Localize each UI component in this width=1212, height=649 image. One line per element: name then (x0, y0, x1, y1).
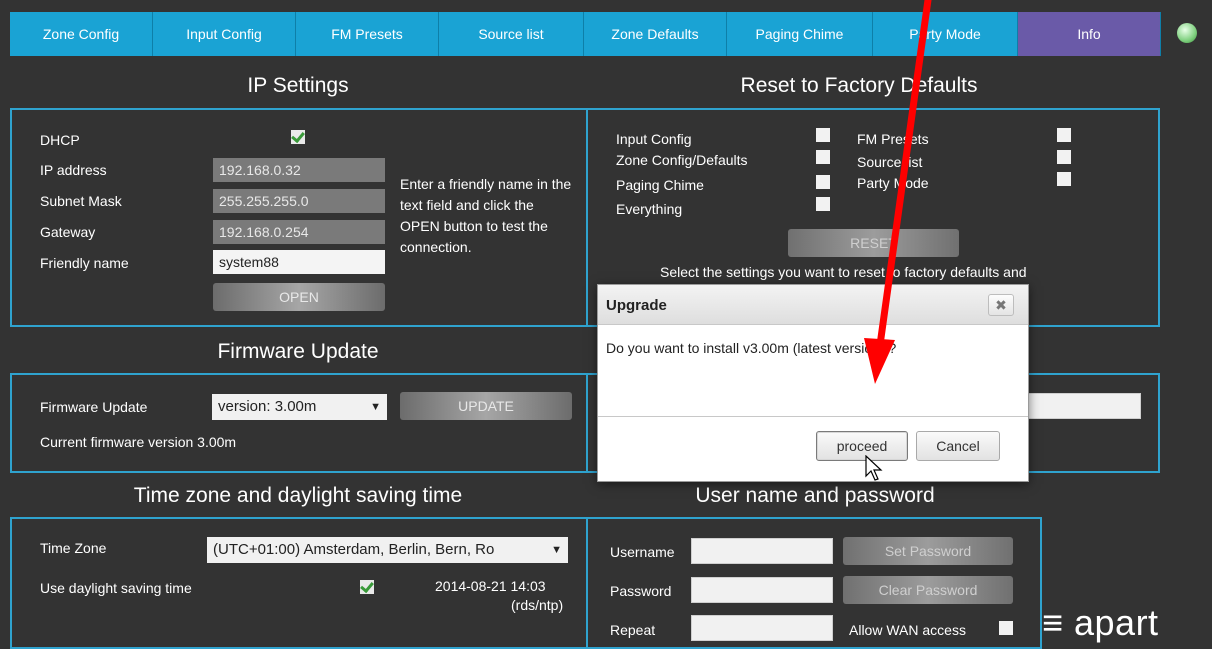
reset-paging-chime-label: Paging Chime (616, 177, 704, 193)
ip-help-text: Enter a friendly name in the text field … (400, 176, 572, 255)
ip-settings-title: IP Settings (247, 74, 349, 97)
reset-source-list-label: Source list (857, 154, 923, 170)
connection-status-icon (1177, 23, 1197, 43)
firmware-panel (10, 373, 588, 473)
proceed-button[interactable]: proceed (816, 431, 908, 461)
reset-party-mode-label: Party Mode (857, 175, 929, 191)
friendly-name-input[interactable]: system88 (213, 250, 385, 274)
firmware-version-value: version: 3.00m (218, 398, 317, 415)
tab-bar: Zone Config Input Config FM Presets Sour… (0, 0, 1212, 70)
friendly-name-label: Friendly name (40, 255, 129, 271)
subnet-mask-field[interactable]: 255.255.255.0 (213, 189, 385, 213)
time-zone-select[interactable]: (UTC+01:00) Amsterdam, Berlin, Bern, Ro … (207, 537, 568, 563)
reset-input-config-checkbox[interactable] (816, 128, 830, 142)
tab-fm-presets[interactable]: FM Presets (296, 12, 439, 56)
dst-label: Use daylight saving time (40, 580, 192, 596)
reset-zone-config-label: Zone Config/Defaults (616, 152, 748, 168)
app-window: Zone Config Input Config FM Presets Sour… (0, 0, 1212, 649)
mouse-cursor-icon (865, 455, 883, 481)
chevron-down-icon: ▼ (370, 401, 381, 413)
reset-input-config-label: Input Config (616, 131, 692, 147)
user-title: User name and password (695, 484, 935, 507)
tab-zone-config[interactable]: Zone Config (10, 12, 153, 56)
tab-zone-defaults[interactable]: Zone Defaults (584, 12, 727, 56)
tab-info[interactable]: Info (1018, 12, 1161, 56)
password-input[interactable] (691, 577, 833, 603)
tab-party-mode[interactable]: Party Mode (873, 12, 1018, 56)
username-input[interactable] (691, 538, 833, 564)
time-zone-label: Time Zone (40, 540, 107, 556)
repeat-password-input[interactable] (691, 615, 833, 641)
subnet-mask-label: Subnet Mask (40, 193, 122, 209)
dst-checkbox[interactable] (360, 580, 374, 594)
reset-zone-config-checkbox[interactable] (816, 150, 830, 164)
dialog-title: Upgrade (606, 297, 667, 314)
reset-everything-checkbox[interactable] (816, 197, 830, 211)
chevron-down-icon: ▼ (551, 544, 562, 556)
dialog-divider (598, 416, 1028, 417)
reset-fm-presets-label: FM Presets (857, 131, 929, 147)
close-icon[interactable]: ✖ (988, 294, 1014, 316)
allow-wan-label: Allow WAN access (849, 622, 966, 638)
clear-password-button[interactable]: Clear Password (843, 576, 1013, 604)
reset-everything-label: Everything (616, 201, 683, 217)
upgrade-dialog: Upgrade ✖ Do you want to install v3.00m … (597, 284, 1029, 482)
cancel-button[interactable]: Cancel (916, 431, 1000, 461)
firmware-title: Firmware Update (217, 340, 379, 363)
set-password-button[interactable]: Set Password (843, 537, 1013, 565)
username-label: Username (610, 544, 675, 560)
reset-button[interactable]: RESET (788, 229, 959, 257)
firmware-update-label: Firmware Update (40, 399, 148, 415)
repeat-label: Repeat (610, 622, 656, 638)
reset-party-mode-checkbox[interactable] (1057, 172, 1071, 186)
ip-address-field[interactable]: 192.168.0.32 (213, 158, 385, 182)
tab-input-config[interactable]: Input Config (153, 12, 296, 56)
reset-title: Reset to Factory Defaults (740, 74, 978, 97)
datetime-text: 2014-08-21 14:03 (435, 578, 546, 594)
tab-source-list[interactable]: Source list (439, 12, 584, 56)
gateway-field[interactable]: 192.168.0.254 (213, 220, 385, 244)
update-button[interactable]: UPDATE (400, 392, 572, 420)
firmware-version-select[interactable]: version: 3.00m ▼ (212, 394, 387, 420)
tab-paging-chime[interactable]: Paging Chime (727, 12, 873, 56)
reset-paging-chime-checkbox[interactable] (816, 175, 830, 189)
allow-wan-checkbox[interactable] (999, 621, 1013, 635)
password-label: Password (610, 583, 672, 599)
reset-fm-presets-checkbox[interactable] (1057, 128, 1071, 142)
gateway-label: Gateway (40, 224, 96, 240)
misc-input[interactable] (1025, 393, 1141, 419)
reset-source-list-checkbox[interactable] (1057, 150, 1071, 164)
current-firmware-text: Current firmware version 3.00m (40, 434, 237, 450)
ip-address-label: IP address (40, 162, 107, 178)
time-zone-value: (UTC+01:00) Amsterdam, Berlin, Bern, Ro (213, 541, 495, 558)
dhcp-checkbox[interactable] (291, 130, 305, 144)
timezone-title: Time zone and daylight saving time (133, 484, 463, 507)
open-button[interactable]: OPEN (213, 283, 385, 311)
time-source-text: (rds/ntp) (511, 597, 564, 613)
apart-logo: ≡ apart (1042, 602, 1159, 643)
reset-note-text: Select the settings you want to reset to… (660, 264, 1027, 280)
dialog-message: Do you want to install v3.00m (latest ve… (606, 340, 897, 356)
dialog-header: Upgrade ✖ (598, 285, 1028, 325)
dhcp-label: DHCP (40, 132, 80, 148)
